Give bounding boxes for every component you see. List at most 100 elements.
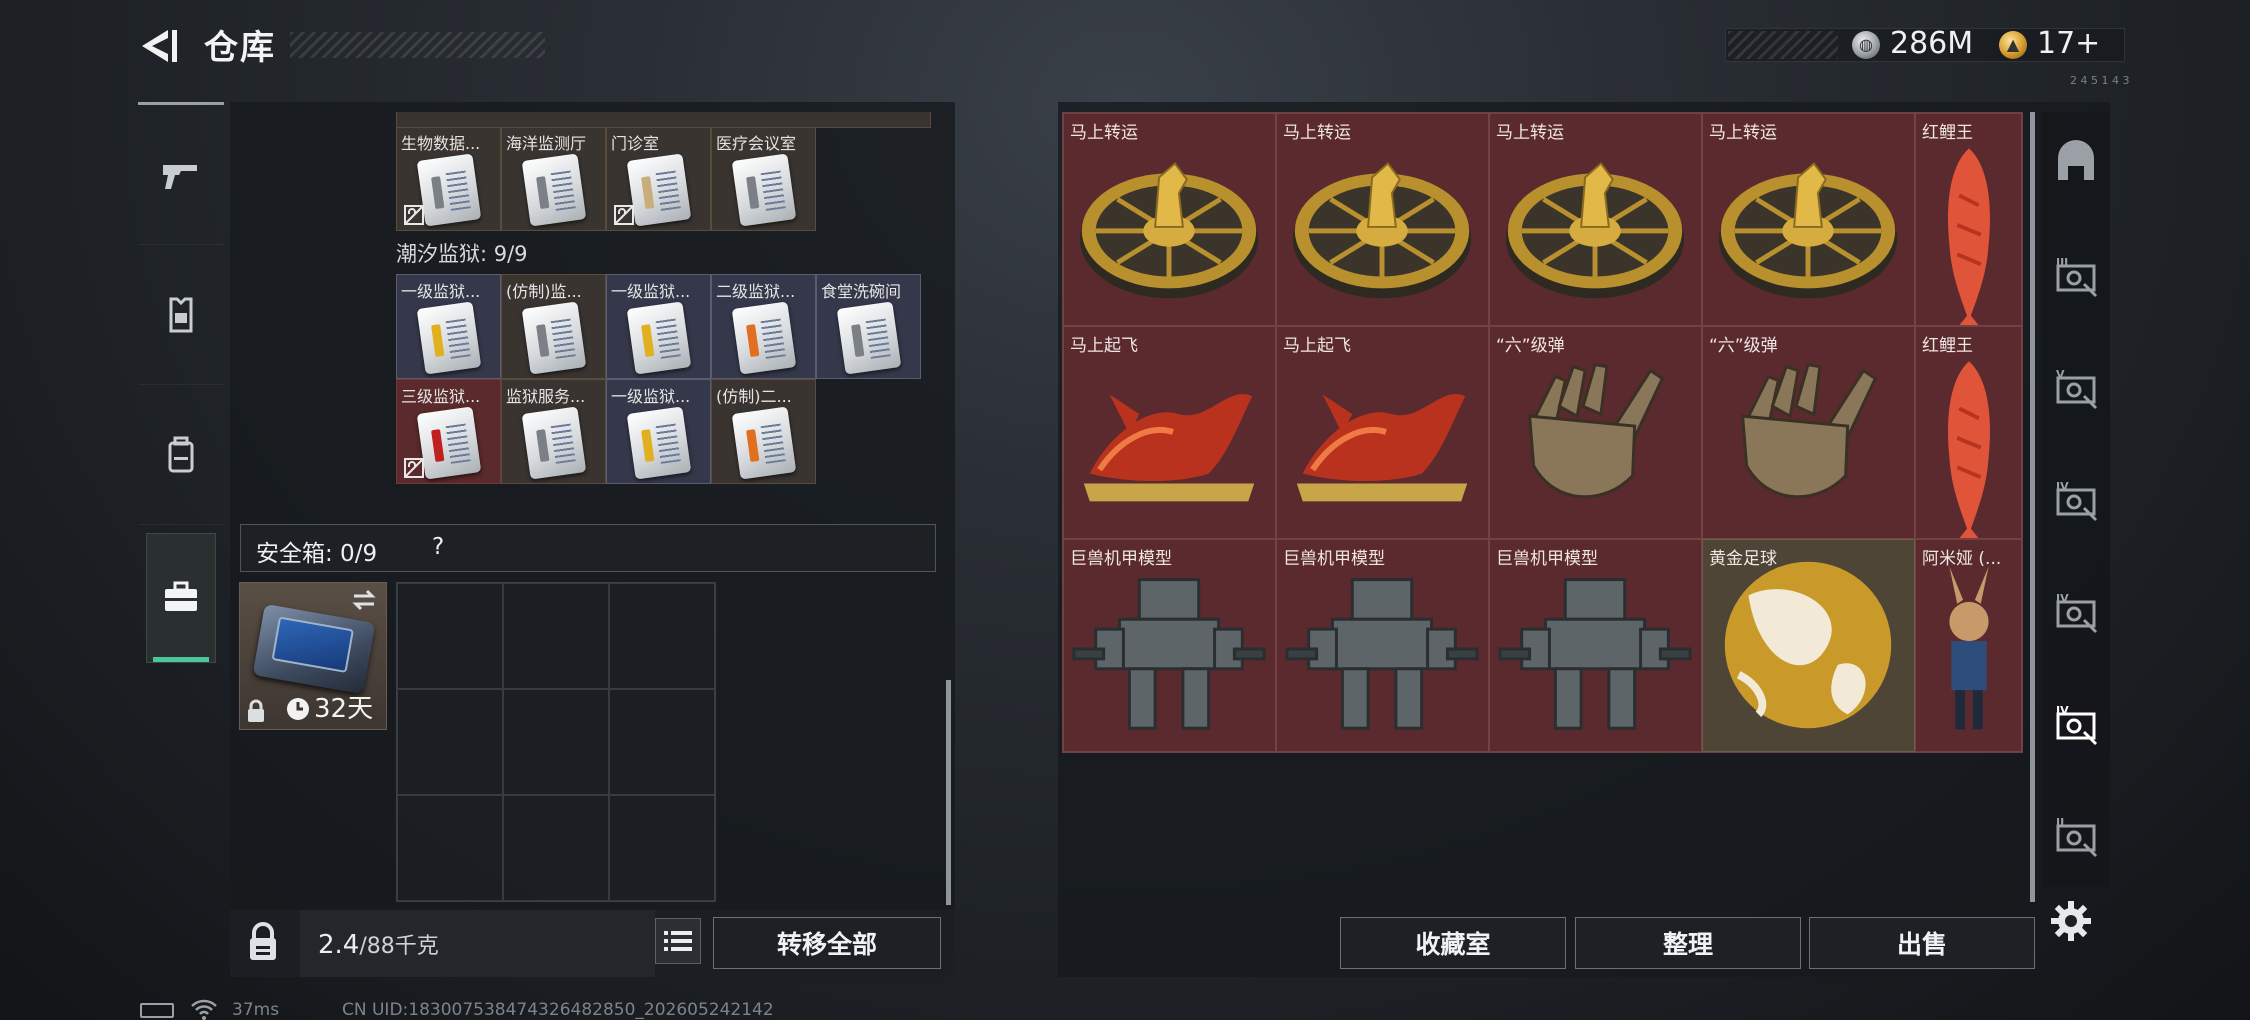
collection-item-grid: 马上转运 马上转运 马上转运 马上转运 红鲤王 马上起飞 马上起飞 “六”级弹 “六”级弹 红鲤王… <box>1062 112 2023 753</box>
collection-item[interactable]: 红鲤王 <box>1915 326 2022 539</box>
collection-item[interactable]: 马上起飞 <box>1063 326 1276 539</box>
collection-scrollbar[interactable] <box>2030 112 2035 902</box>
keycard-slot[interactable]: 一级监狱... <box>396 274 501 379</box>
item-name: 巨兽机甲模型 <box>1496 549 1598 569</box>
safe-box-cell[interactable] <box>397 583 503 689</box>
collection-item[interactable]: 马上起飞 <box>1276 326 1489 539</box>
mech-item-image <box>1498 578 1692 730</box>
pistol-icon <box>163 164 197 189</box>
gear-icon[interactable] <box>2048 898 2094 944</box>
safe-box-cell[interactable] <box>397 795 503 901</box>
collection-item[interactable]: 巨兽机甲模型 <box>1276 539 1489 752</box>
lock-icon <box>248 699 264 722</box>
no-transfer-icon <box>403 204 425 226</box>
carry-weight-value: 2.4 <box>318 930 360 960</box>
armor-vest-icon <box>169 297 193 332</box>
storage-top-row: 生物数据... 海洋监测厅 门诊室 医疗会议室 <box>396 126 816 231</box>
safe-box-help-button[interactable]: ? <box>432 534 444 560</box>
collection-item[interactable]: 巨兽机甲模型 <box>1489 539 1702 752</box>
keycard-label: 生物数据... <box>401 134 481 153</box>
collection-item[interactable]: 马上转运 <box>1063 113 1276 326</box>
collection-item[interactable]: “六”级弹 <box>1489 326 1702 539</box>
safe-box-cell[interactable] <box>503 689 609 795</box>
safe-box-cell[interactable] <box>397 689 503 795</box>
keycard-image <box>416 153 482 227</box>
sell-button[interactable]: 出售 <box>1809 917 2035 969</box>
category-armor[interactable] <box>138 245 224 385</box>
fish-item-image <box>1947 148 1990 325</box>
safe-box-image <box>252 603 376 695</box>
category-backpack[interactable] <box>138 385 224 525</box>
collection-room-button[interactable]: 收藏室 <box>1340 917 1566 969</box>
keycard-slot[interactable]: 一级监狱... <box>606 379 711 484</box>
sort-button[interactable]: 整理 <box>1575 917 1801 969</box>
safe-box-title: 安全箱: 0/9 <box>256 541 378 567</box>
keycard-slot[interactable]: (仿制)监... <box>501 274 606 379</box>
keycard-slot[interactable]: 医疗会议室 <box>711 126 816 231</box>
keycard-slot[interactable]: 海洋监测厅 <box>501 126 606 231</box>
battery-icon <box>140 1003 174 1018</box>
keycard-slot[interactable]: 监狱服务... <box>501 379 606 484</box>
transfer-all-button[interactable]: 转移全部 <box>713 917 941 969</box>
container-tab[interactable]: II <box>2048 806 2104 866</box>
item-name: 马上起飞 <box>1283 336 1351 356</box>
item-name: 阿米娅 (... <box>1922 549 2002 569</box>
storage-scrollbar[interactable] <box>946 680 951 905</box>
collection-item[interactable]: 马上转运 <box>1702 113 1915 326</box>
svg-text:IV: IV <box>2056 592 2069 605</box>
container-tab[interactable]: IV <box>2048 694 2104 754</box>
keycard-slot[interactable]: 门诊室 <box>606 126 711 231</box>
keycard-label: 一级监狱... <box>611 387 691 406</box>
item-name: 马上转运 <box>1070 123 1138 143</box>
collection-item[interactable]: 巨兽机甲模型 <box>1063 539 1276 752</box>
keycard-slot[interactable]: (仿制)二... <box>711 379 816 484</box>
safe-box-cell[interactable] <box>503 795 609 901</box>
item-name: 马上转运 <box>1496 123 1564 143</box>
list-view-button[interactable] <box>655 918 701 964</box>
keycard-image <box>626 406 692 480</box>
item-name: “六”级弹 <box>1709 336 1778 356</box>
safe-box-remaining-days: 32天 <box>314 694 374 724</box>
keycard-label: 三级监狱... <box>401 387 481 406</box>
title-decoration <box>290 32 545 58</box>
category-safe-box[interactable] <box>146 533 216 663</box>
keycard-slot[interactable]: 生物数据... <box>396 126 501 231</box>
ball-item-image <box>1724 561 1892 729</box>
keycard-image <box>521 406 587 480</box>
container-tab[interactable]: IV <box>2048 582 2104 642</box>
keycard-slot[interactable]: 食堂洗碗间 <box>816 274 921 379</box>
collection-item[interactable]: 红鲤王 <box>1915 113 2022 326</box>
collection-item[interactable]: 马上转运 <box>1489 113 1702 326</box>
category-weapons[interactable] <box>138 105 224 245</box>
container-tab[interactable] <box>2048 134 2104 194</box>
container-tab[interactable]: III <box>2048 246 2104 306</box>
safe-box-cell[interactable] <box>609 795 715 901</box>
keycard-slot[interactable]: 三级监狱... <box>396 379 501 484</box>
safe-box-cell[interactable] <box>503 583 609 689</box>
swap-icon[interactable] <box>350 589 378 611</box>
no-transfer-icon <box>613 204 635 226</box>
keycard-slot[interactable]: 二级监狱... <box>711 274 816 379</box>
gold-currency-value[interactable]: 17+ <box>2037 26 2100 61</box>
back-arrow-icon[interactable] <box>138 26 182 66</box>
safe-box-grid <box>396 582 716 902</box>
collection-item[interactable]: 黄金足球 <box>1702 539 1915 752</box>
page-title: 仓库 <box>204 28 276 68</box>
collection-item[interactable]: 阿米娅 (... <box>1915 539 2022 752</box>
collection-item[interactable]: “六”级弹 <box>1702 326 1915 539</box>
backpack-icon <box>168 436 194 472</box>
horse-item-image <box>1083 394 1255 502</box>
container-tab[interactable]: IV <box>2048 470 2104 530</box>
keycard-slot[interactable]: 一级监狱... <box>606 274 711 379</box>
briefcase-icon <box>165 581 197 611</box>
item-name: “六”级弹 <box>1496 336 1565 356</box>
collection-item[interactable]: 马上转运 <box>1276 113 1489 326</box>
safe-box-cell[interactable] <box>609 583 715 689</box>
keycard-image <box>416 301 482 375</box>
gold-coin-icon: ▲ <box>1999 31 2027 59</box>
item-name: 马上转运 <box>1709 123 1777 143</box>
mech-item-image <box>1072 578 1266 730</box>
safe-box-slot[interactable]: 32天 <box>239 582 387 730</box>
container-tab[interactable]: V <box>2048 358 2104 418</box>
safe-box-cell[interactable] <box>609 689 715 795</box>
